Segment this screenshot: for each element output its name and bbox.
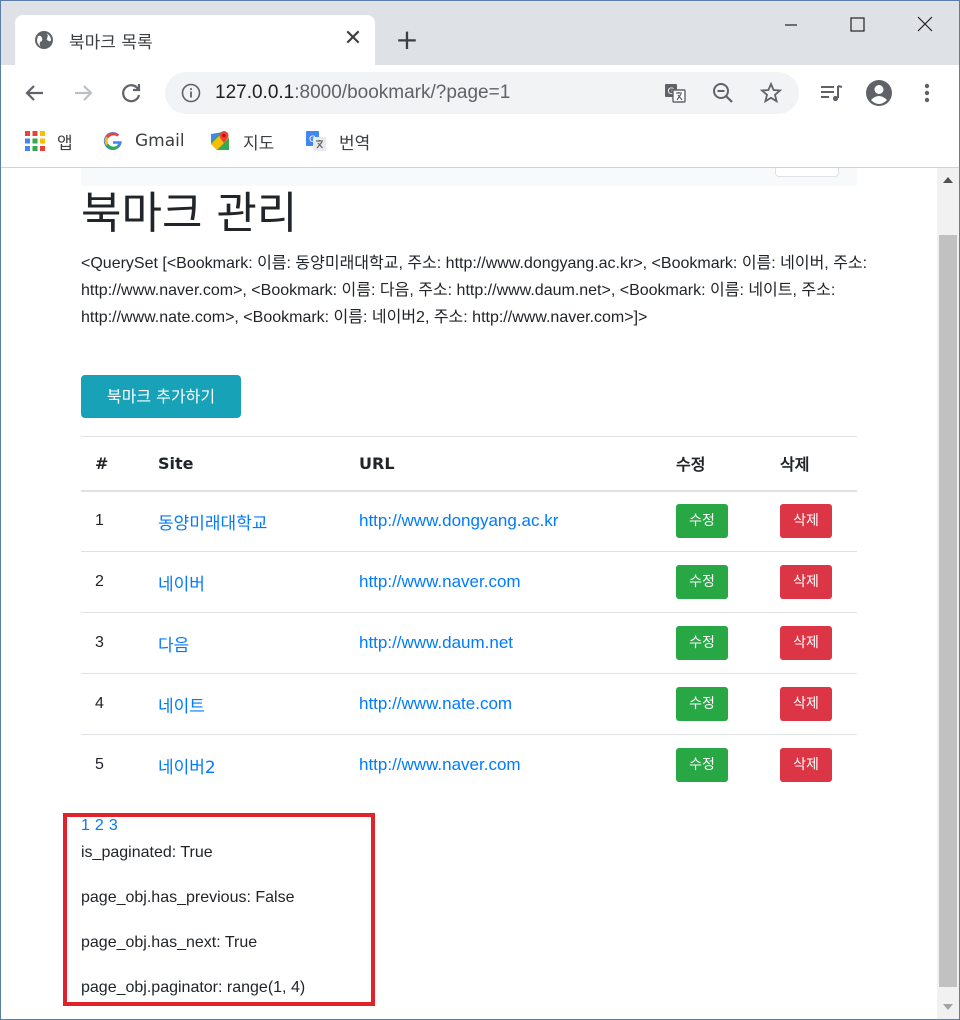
pagination: 123 bbox=[81, 817, 123, 835]
add-bookmark-button[interactable]: 북마크 추가하기 bbox=[81, 375, 241, 418]
site-link[interactable]: 네이버2 bbox=[158, 758, 216, 778]
maps-icon bbox=[211, 131, 229, 150]
header-site: Site bbox=[144, 436, 345, 492]
bookmark-label: 앱 bbox=[57, 133, 73, 154]
row-number: 1 bbox=[95, 512, 104, 530]
table-header-row: # Site URL 수정 삭제 bbox=[81, 436, 857, 492]
bookmark-label: 지도 bbox=[243, 133, 275, 154]
page-link-1[interactable]: 1 bbox=[81, 817, 90, 834]
site-link[interactable]: 다음 bbox=[158, 636, 189, 656]
reload-icon[interactable] bbox=[117, 79, 145, 107]
delete-button[interactable]: 삭제 bbox=[780, 748, 832, 783]
delete-button[interactable]: 삭제 bbox=[780, 626, 832, 660]
active-tab[interactable]: 북마크 목록 ✕ bbox=[15, 15, 375, 65]
bookmark-translate[interactable]: G 번역 bbox=[305, 128, 370, 154]
minimize-icon[interactable] bbox=[771, 9, 811, 39]
bookmark-label: Gmail bbox=[135, 131, 185, 151]
tab-title: 북마크 목록 bbox=[69, 33, 153, 53]
bookmark-maps[interactable]: 지도 bbox=[209, 128, 274, 154]
vertical-scrollbar[interactable] bbox=[937, 168, 959, 1019]
back-arrow-icon[interactable] bbox=[21, 79, 49, 107]
info-icon[interactable] bbox=[181, 83, 201, 103]
forward-arrow-icon[interactable] bbox=[69, 79, 97, 107]
bookmark-apps[interactable]: 앱 bbox=[25, 128, 73, 154]
url-text[interactable]: 127.0.0.1:8000/bookmark/?page=1 bbox=[215, 82, 510, 104]
is-paginated-text: is_paginated: True bbox=[81, 844, 213, 861]
bookmark-star-icon[interactable] bbox=[759, 81, 783, 105]
has-previous-text: page_obj.has_previous: False bbox=[81, 889, 295, 906]
profile-avatar-icon[interactable] bbox=[865, 79, 893, 107]
header-delete: 삭제 bbox=[766, 436, 857, 492]
url-link[interactable]: http://www.dongyang.ac.kr bbox=[359, 511, 558, 530]
table-row: 5 네이버2 http://www.naver.com 수정 삭제 bbox=[81, 734, 857, 796]
queryset-debug-text: <QuerySet [<Bookmark: 이름: 동양미래대학교, 주소: h… bbox=[81, 255, 868, 326]
page-viewport: 북마크 관리 <QuerySet [<Bookmark: 이름: 동양미래대학교… bbox=[1, 168, 937, 1019]
kebab-menu-icon[interactable] bbox=[913, 79, 941, 107]
media-control-icon[interactable] bbox=[817, 79, 845, 107]
translate-page-icon[interactable]: G bbox=[663, 81, 687, 105]
row-number: 3 bbox=[81, 612, 144, 674]
site-link[interactable]: 네이트 bbox=[158, 697, 205, 717]
tab-strip: 북마크 목록 ✕ + bbox=[1, 1, 959, 65]
bookmark-gmail[interactable]: Gmail bbox=[103, 128, 185, 154]
navbar-toggle-button[interactable] bbox=[775, 168, 839, 177]
row-number: 4 bbox=[81, 673, 144, 735]
delete-button[interactable]: 삭제 bbox=[780, 687, 832, 721]
header-url: URL bbox=[345, 436, 662, 492]
table-row: 1 동양미래대학교 http://www.dongyang.ac.kr 수정 삭… bbox=[81, 491, 857, 552]
zoom-out-icon[interactable] bbox=[711, 81, 735, 105]
address-bar[interactable]: 127.0.0.1:8000/bookmark/?page=1 G bbox=[165, 72, 799, 114]
bookmark-table: # Site URL 수정 삭제 1 동양미래대학교 http://www.do… bbox=[81, 436, 857, 796]
browser-toolbar: 127.0.0.1:8000/bookmark/?page=1 G bbox=[1, 65, 959, 121]
edit-button[interactable]: 수정 bbox=[676, 565, 728, 599]
row-number: 5 bbox=[81, 734, 144, 796]
delete-button[interactable]: 삭제 bbox=[780, 565, 832, 599]
globe-icon bbox=[35, 31, 53, 49]
table-row: 3 다음 http://www.daum.net 수정 삭제 bbox=[81, 612, 857, 674]
url-link[interactable]: http://www.naver.com bbox=[359, 572, 521, 591]
edit-button[interactable]: 수정 bbox=[676, 687, 728, 721]
row-number: 2 bbox=[81, 551, 144, 613]
close-tab-icon[interactable]: ✕ bbox=[341, 27, 365, 51]
scrollbar-thumb[interactable] bbox=[939, 235, 957, 987]
page-link-2[interactable]: 2 bbox=[95, 817, 104, 834]
has-next-text: page_obj.has_next: True bbox=[81, 934, 258, 951]
highlight-annotation-box bbox=[63, 813, 375, 1006]
scroll-down-arrow-icon[interactable] bbox=[937, 995, 959, 1019]
url-link[interactable]: http://www.daum.net bbox=[359, 633, 513, 652]
url-host: 127.0.0.1 bbox=[215, 82, 295, 103]
edit-button[interactable]: 수정 bbox=[676, 748, 728, 783]
edit-button[interactable]: 수정 bbox=[676, 504, 728, 539]
page-title: 북마크 관리 bbox=[81, 188, 298, 239]
paginator-text: page_obj.paginator: range(1, 4) bbox=[81, 979, 306, 996]
bookmarks-bar: 앱 Gmail 지도 G 번역 bbox=[1, 121, 959, 161]
table-row: 4 네이트 http://www.nate.com 수정 삭제 bbox=[81, 673, 857, 735]
scroll-up-arrow-icon[interactable] bbox=[937, 168, 959, 192]
close-window-icon[interactable] bbox=[905, 9, 945, 39]
translate-icon: G bbox=[306, 131, 326, 151]
google-icon bbox=[103, 132, 122, 151]
browser-window: 북마크 목록 ✕ + 127.0.0.1:8000/bookmark/?page… bbox=[0, 0, 960, 1020]
table-row: 2 네이버 http://www.naver.com 수정 삭제 bbox=[81, 551, 857, 613]
maximize-icon[interactable] bbox=[837, 9, 877, 39]
page-link-3[interactable]: 3 bbox=[109, 817, 118, 834]
header-edit: 수정 bbox=[662, 436, 766, 492]
bookmark-label: 번역 bbox=[339, 133, 371, 154]
site-link[interactable]: 동양미래대학교 bbox=[158, 514, 267, 534]
new-tab-icon[interactable]: + bbox=[393, 26, 421, 55]
url-path: :8000/bookmark/?page=1 bbox=[294, 82, 511, 103]
apps-grid-icon bbox=[25, 131, 45, 151]
site-link[interactable]: 네이버 bbox=[158, 575, 205, 595]
delete-button[interactable]: 삭제 bbox=[780, 504, 832, 539]
header-number: # bbox=[81, 436, 144, 492]
url-link[interactable]: http://www.nate.com bbox=[359, 694, 512, 713]
navbar-remnant bbox=[81, 168, 857, 186]
url-link[interactable]: http://www.naver.com bbox=[359, 755, 521, 774]
edit-button[interactable]: 수정 bbox=[676, 626, 728, 660]
